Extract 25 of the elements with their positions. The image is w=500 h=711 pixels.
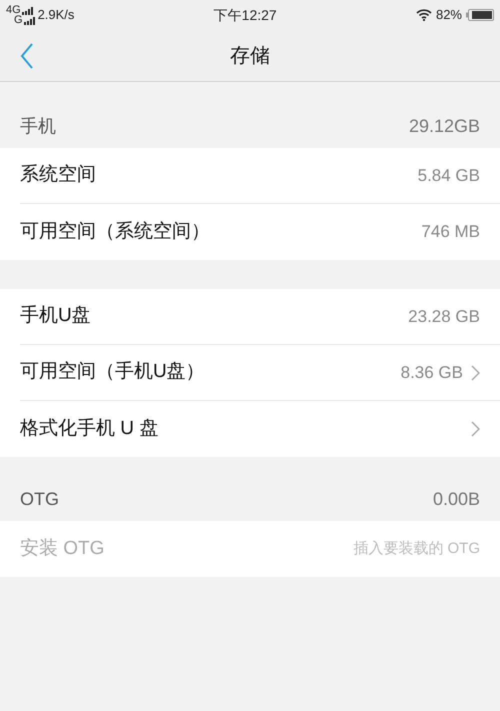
section-title: OTG: [20, 488, 59, 511]
row-value: 746 MB: [421, 221, 480, 244]
section-title: 手机: [20, 115, 56, 138]
row-label[interactable]: 格式化手机 U 盘: [20, 414, 158, 444]
signal-icon: [22, 7, 34, 15]
clock: 下午12:27: [214, 6, 277, 24]
row-label: 安装 OTG: [20, 536, 104, 561]
network-speed: 2.9K/s: [38, 6, 74, 24]
row-label[interactable]: 可用空间（手机U盘）: [20, 358, 205, 387]
signal-icon: [24, 17, 36, 25]
row-label[interactable]: 手机U盘: [20, 302, 91, 331]
wifi-icon: [416, 9, 432, 21]
network-type: G: [14, 15, 23, 25]
row-value: 23.28 GB: [408, 306, 480, 328]
row-label[interactable]: 可用空间（系统空间）: [20, 218, 210, 246]
battery-percent: 82%: [436, 6, 462, 24]
row-value: 插入要装载的 OTG: [353, 538, 480, 559]
network-type: 4G: [6, 5, 21, 15]
row-value: 5.84 GB: [418, 164, 480, 187]
page-title: 存储: [230, 44, 270, 68]
row-value: 8.36 GB: [400, 362, 463, 384]
battery-icon: [466, 9, 494, 21]
section-total: 0.00B: [432, 488, 480, 511]
row-label[interactable]: 系统空间: [20, 161, 96, 190]
section-total: 29.12GB: [408, 115, 480, 138]
